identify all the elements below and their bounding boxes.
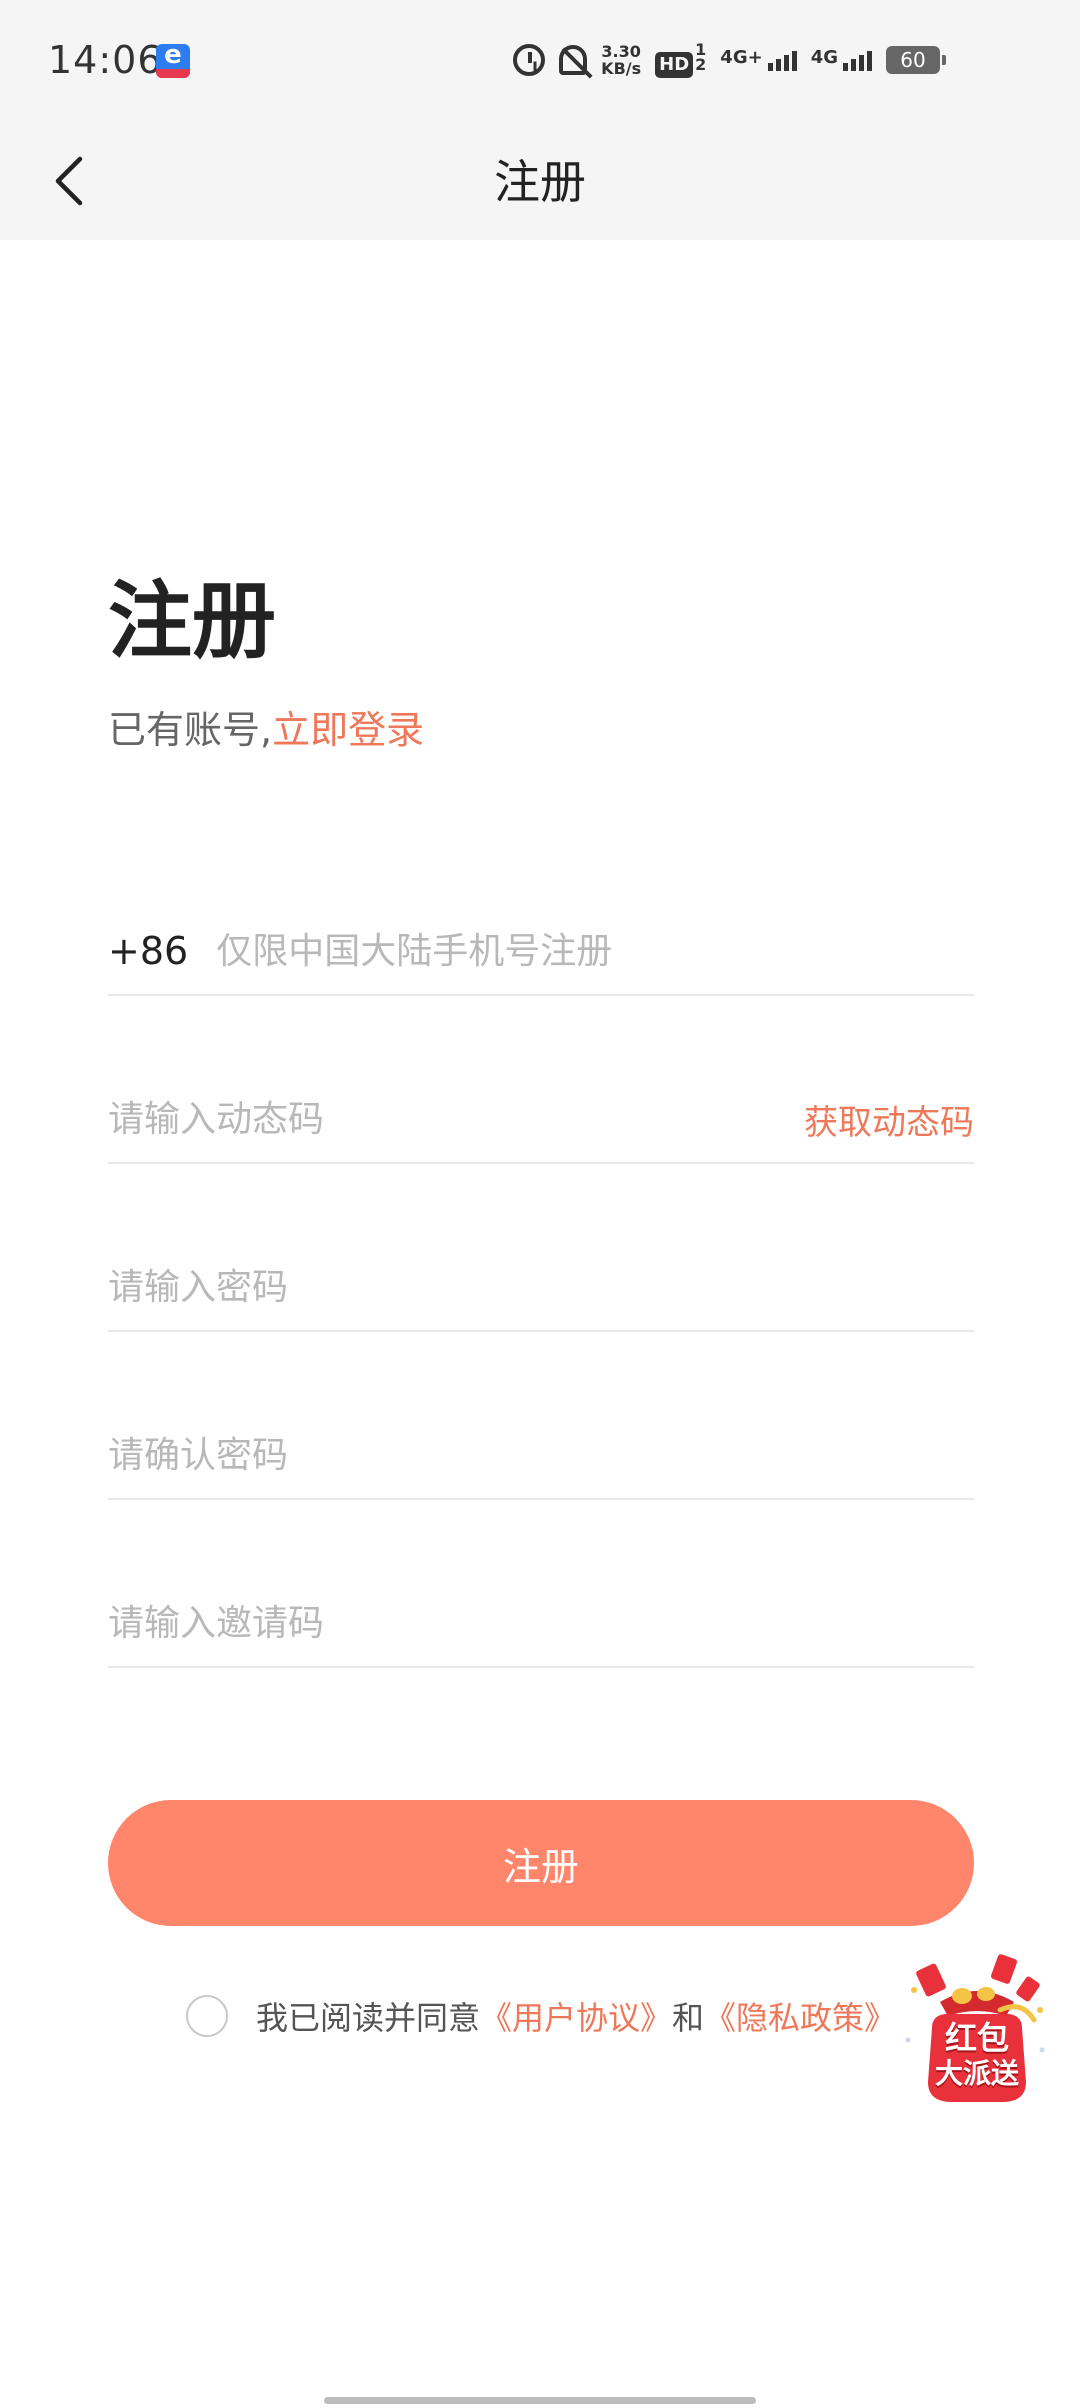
- has-account-text: 已有账号,: [108, 708, 273, 752]
- chevron-left-icon[interactable]: [44, 151, 104, 211]
- confirm-password-field: [108, 1412, 974, 1500]
- signal2-label: 4G: [810, 47, 838, 68]
- page-title: 注册: [108, 572, 277, 670]
- net-speed-unit: KB/s: [601, 59, 642, 78]
- status-icons: 3.30 KB/s HD 1 2 4G+ 4G 60: [513, 38, 946, 82]
- signal-icon-1: 4G+: [720, 47, 797, 71]
- agreement-prefix: 我已阅读并同意: [256, 1999, 481, 2037]
- agreement-text: 我已阅读并同意《用户协议》和《隐私政策》: [256, 1993, 896, 2039]
- hd-sub: 12: [695, 42, 707, 74]
- app-notification-icon: [156, 44, 190, 78]
- register-page: 14:06 3.30 KB/s HD12 4G+ 4G: [0, 0, 1080, 2408]
- battery-icon: 60: [886, 46, 946, 74]
- status-bar: 14:06 3.30 KB/s HD12 4G+ 4G: [0, 0, 1080, 124]
- bell-off-icon: [559, 45, 588, 75]
- invite-input[interactable]: [108, 1593, 974, 1653]
- get-code-button[interactable]: 获取动态码: [804, 1095, 974, 1144]
- invite-field: [108, 1580, 974, 1668]
- signal1-label: 4G+: [720, 47, 763, 68]
- signal-bars-icon: [843, 49, 872, 71]
- phone-input[interactable]: [216, 921, 974, 981]
- signal-icon-2: 4G: [811, 49, 872, 71]
- promo-line1: 红包: [944, 2019, 1009, 2057]
- promo-line2: 大派送: [934, 2057, 1019, 2090]
- phone-field: +86: [108, 908, 974, 996]
- home-indicator[interactable]: [324, 2397, 756, 2404]
- hd-icon: HD 1 2: [655, 42, 706, 78]
- signal-bars-icon: [767, 49, 797, 71]
- country-code[interactable]: +86: [108, 929, 188, 973]
- agreement-and: 和: [672, 1999, 705, 2037]
- password-field: [108, 1244, 974, 1332]
- login-prompt: 已有账号,立即登录: [108, 700, 424, 760]
- alarm-icon: [513, 44, 546, 76]
- promo-text: 红包 大派送: [902, 2020, 1052, 2092]
- nav-bar: 注册: [0, 124, 1080, 240]
- register-button[interactable]: 注册: [108, 1800, 974, 1926]
- net-speed: 3.30 KB/s: [601, 43, 641, 77]
- user-agreement-link[interactable]: 《用户协议》: [480, 1999, 672, 2037]
- hd-label: HD: [655, 52, 694, 78]
- nav-title: 注册: [494, 155, 586, 209]
- agree-checkbox[interactable]: [186, 1995, 228, 2037]
- agreement-row: 我已阅读并同意《用户协议》和《隐私政策》: [186, 1992, 896, 2040]
- code-field: 获取动态码: [108, 1076, 974, 1164]
- password-input[interactable]: [108, 1257, 974, 1317]
- login-link[interactable]: 立即登录: [272, 708, 424, 752]
- code-input[interactable]: [108, 1089, 804, 1149]
- red-envelope-promo[interactable]: 红包 大派送: [902, 1950, 1052, 2110]
- status-time: 14:06: [48, 38, 163, 82]
- privacy-policy-link[interactable]: 《隐私政策》: [704, 1999, 896, 2037]
- net-speed-value: 3.30: [601, 42, 641, 61]
- hd-sub-bottom: 2: [695, 55, 707, 74]
- confirm-password-input[interactable]: [108, 1425, 974, 1485]
